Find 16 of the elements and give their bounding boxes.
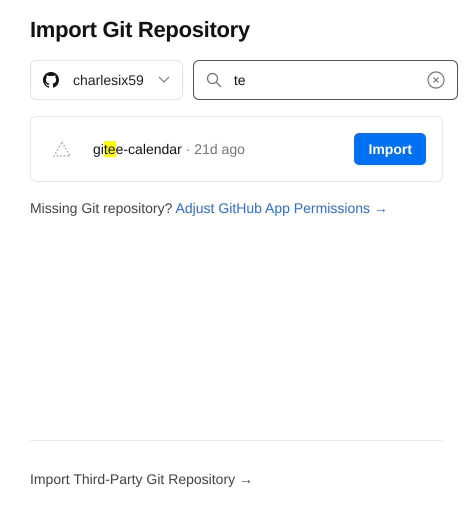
missing-repository-note: Missing Git repository? Adjust GitHub App Permissions → xyxy=(30,200,389,216)
page-title: Import Git Repository xyxy=(30,16,251,44)
search-icon xyxy=(206,72,222,88)
search-field[interactable]: te xyxy=(192,60,458,100)
account-name: charlesix59 xyxy=(73,72,144,88)
repository-age: · 21d ago xyxy=(186,141,246,157)
account-select[interactable]: charlesix59 xyxy=(30,60,183,100)
github-icon xyxy=(43,72,59,88)
permissions-link[interactable]: Adjust GitHub App Permissions → xyxy=(176,200,388,216)
search-input[interactable]: te xyxy=(234,72,415,88)
repository-name: gitee-calendar xyxy=(93,141,182,157)
import-button[interactable]: Import xyxy=(354,133,426,165)
clear-icon[interactable] xyxy=(426,71,445,89)
third-party-import-link[interactable]: Import Third-Party Git Repository → xyxy=(30,471,254,487)
chevron-down-icon xyxy=(158,76,170,84)
triangle-icon xyxy=(53,141,71,157)
